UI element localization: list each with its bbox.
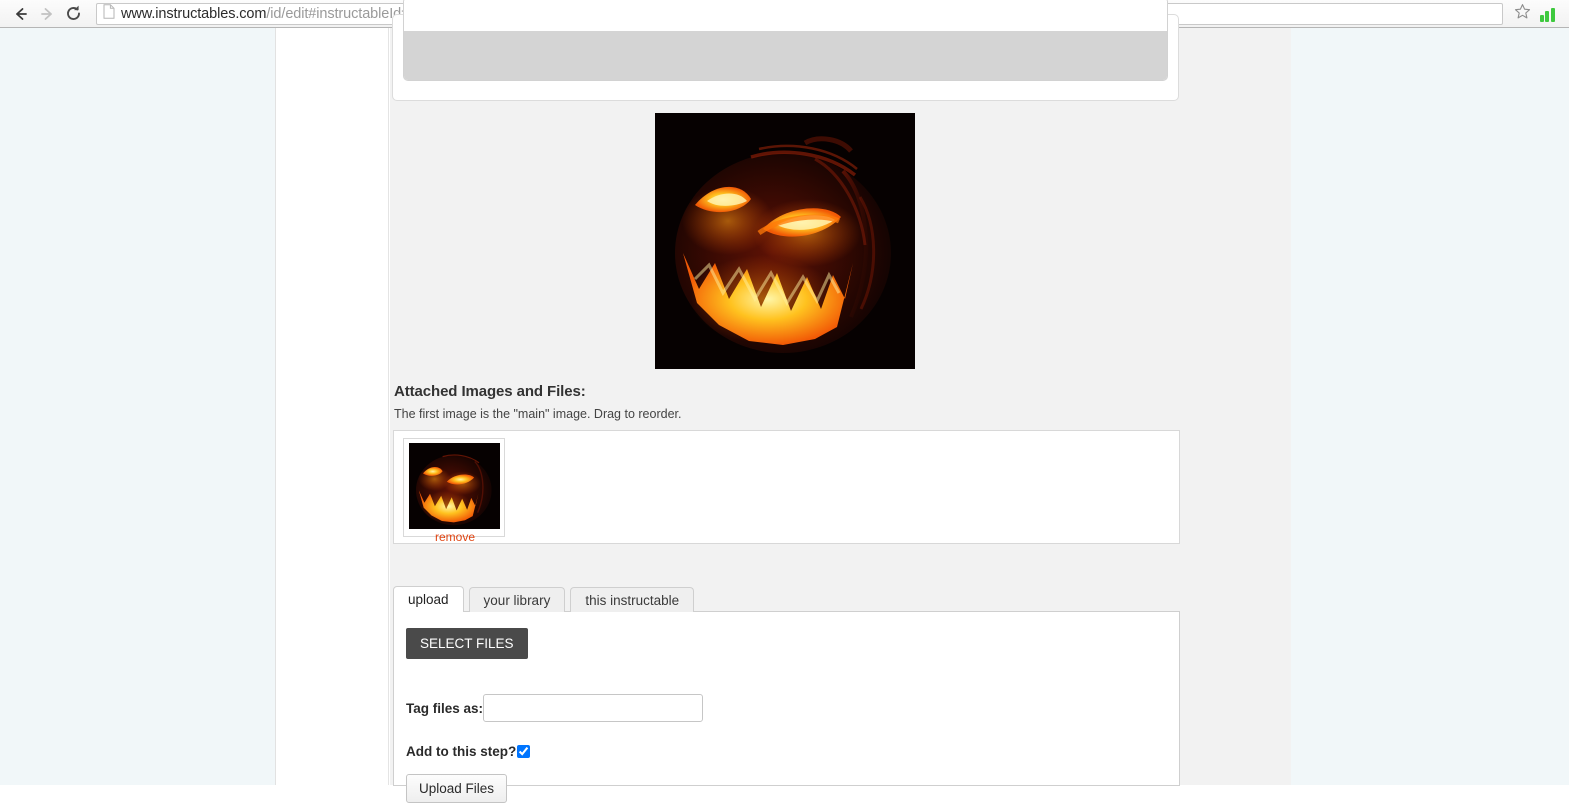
- tab-your-library[interactable]: your library: [468, 587, 566, 612]
- url-host: www.instructables.com: [121, 5, 267, 22]
- editor-main-column: Attached Images and Files: The first ima…: [390, 0, 1291, 803]
- page-document-icon: [103, 3, 115, 24]
- reload-icon: [64, 4, 83, 23]
- tab-upload[interactable]: upload: [393, 586, 464, 613]
- carved-pumpkin-illustration: [655, 113, 915, 369]
- tab-this-instructable[interactable]: this instructable: [570, 587, 695, 612]
- bar-chart-extension-icon: [1539, 7, 1557, 22]
- attached-files-heading: Attached Images and Files:: [394, 383, 586, 400]
- add-to-step-label: Add to this step?: [406, 744, 517, 759]
- tag-files-label: Tag files as:: [406, 700, 484, 716]
- tag-files-row: Tag files as:: [406, 694, 704, 722]
- tag-files-input[interactable]: [483, 694, 704, 722]
- back-arrow-icon: [12, 5, 30, 23]
- forward-button[interactable]: [34, 1, 60, 27]
- carved-pumpkin-thumbnail-illustration: [409, 443, 500, 529]
- step-editor-toolbar-strip: [404, 31, 1167, 80]
- step-hero-image: [655, 113, 915, 369]
- attachment-thumbnail[interactable]: [409, 443, 500, 529]
- step-editor-inner-panel: [403, 0, 1168, 81]
- attached-files-subtext: The first image is the "main" image. Dra…: [394, 407, 682, 421]
- upload-tab-panel: SELECT FILES Tag files as: Add to this s…: [393, 611, 1180, 803]
- step-editor-text-area[interactable]: [404, 0, 1167, 31]
- upload-files-button[interactable]: Upload Files: [406, 774, 508, 803]
- reload-button[interactable]: [60, 1, 86, 27]
- bookmark-star-icon: [1514, 3, 1531, 25]
- forward-arrow-icon: [38, 5, 56, 23]
- extension-button[interactable]: [1535, 1, 1561, 27]
- bookmark-button[interactable]: [1509, 1, 1535, 27]
- editor-left-gutter: [276, 28, 389, 785]
- select-files-button[interactable]: SELECT FILES: [406, 628, 528, 659]
- back-button[interactable]: [8, 1, 34, 27]
- add-to-step-checkbox[interactable]: [517, 745, 531, 758]
- attachments-container: remove: [393, 430, 1180, 544]
- step-editor-panel: [392, 0, 1179, 101]
- attachment-item[interactable]: remove: [403, 438, 505, 544]
- page-container: Attached Images and Files: The first ima…: [275, 0, 1291, 803]
- attachment-remove-link[interactable]: remove: [404, 530, 506, 544]
- upload-source-tabs: upload your library this instructable: [393, 586, 1180, 613]
- add-to-step-row: Add to this step?: [406, 744, 531, 759]
- page-background: Attached Images and Files: The first ima…: [0, 0, 1569, 803]
